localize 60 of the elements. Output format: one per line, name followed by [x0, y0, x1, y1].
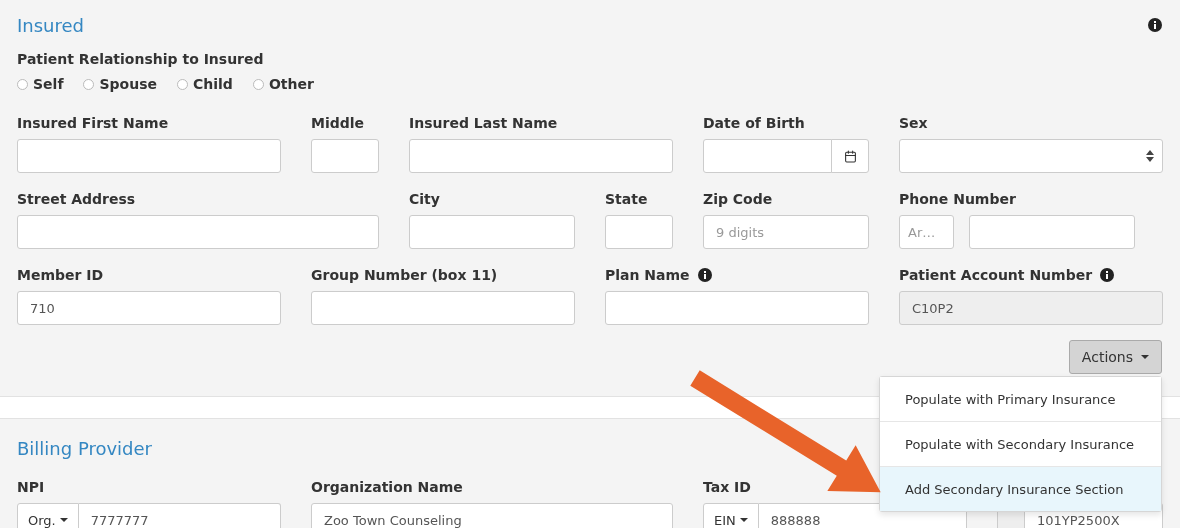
type-dropdown[interactable]: EIN	[703, 503, 759, 528]
field-label: Group Number (box 11)	[311, 267, 498, 283]
radio-option[interactable]: Spouse	[83, 76, 157, 92]
field-label: Member ID	[17, 267, 104, 283]
field-label: Tax ID	[703, 479, 751, 495]
menu-item[interactable]: Populate with Primary Insurance	[880, 377, 1161, 421]
field-label: Middle	[311, 115, 365, 131]
field-label: Patient Account Number	[899, 267, 1093, 283]
text-field[interactable]: 9 digits	[703, 215, 869, 249]
menu-item[interactable]: Populate with Secondary Insurance	[880, 421, 1161, 466]
text-field[interactable]	[17, 139, 281, 173]
field-label: Patient Relationship to Insured	[17, 51, 264, 67]
radio-circle[interactable]	[83, 78, 95, 90]
field-label: Organization Name	[311, 479, 463, 495]
field-label: Insured First Name	[17, 115, 169, 131]
text-field[interactable]	[605, 291, 869, 325]
field-label: Zip Code	[703, 191, 773, 207]
sort-arrows-icon	[1146, 150, 1154, 162]
text-field[interactable]	[605, 215, 673, 249]
menu-item[interactable]: Add Secondary Insurance Section	[880, 466, 1161, 511]
select-field[interactable]	[899, 139, 1163, 173]
caret-icon	[739, 518, 748, 522]
radio-option[interactable]: Child	[177, 76, 233, 92]
field-label: State	[605, 191, 648, 207]
text-field[interactable]: 7777777	[78, 503, 281, 528]
caret-icon	[59, 518, 68, 522]
text-field[interactable]	[409, 139, 673, 173]
text-field[interactable]	[311, 291, 575, 325]
info-icon[interactable]	[1100, 268, 1115, 282]
calendar-button[interactable]	[831, 139, 869, 173]
text-field[interactable]	[311, 139, 379, 173]
field-label: Sex	[899, 115, 928, 131]
radio-circle[interactable]	[177, 78, 188, 90]
caret-icon	[1141, 355, 1149, 359]
phone-field[interactable]	[969, 215, 1135, 249]
text-field[interactable]: Zoo Town Counseling	[311, 503, 673, 528]
text-field[interactable]	[409, 215, 575, 249]
radio-circle[interactable]	[252, 78, 264, 90]
field-label: City	[409, 191, 440, 207]
calendar-icon	[843, 149, 857, 163]
field-label: Date of Birth	[703, 115, 805, 131]
actions-button[interactable]: Actions	[1068, 340, 1162, 374]
field-label: NPI	[17, 479, 45, 495]
section-title: Insured	[17, 14, 84, 36]
radio-option[interactable]: Self	[17, 76, 64, 92]
field-label: Street Address	[17, 191, 136, 207]
date-field[interactable]	[703, 139, 832, 173]
field-label: Insured Last Name	[409, 115, 558, 131]
text-field[interactable]: 710	[17, 291, 281, 325]
type-dropdown[interactable]: Org.	[17, 503, 79, 528]
field-label: Phone Number	[899, 191, 1016, 207]
info-icon[interactable]	[1148, 18, 1162, 32]
info-icon[interactable]	[697, 268, 712, 282]
field-label: Plan Name	[605, 267, 690, 283]
text-field[interactable]: C10P2	[899, 291, 1163, 325]
section-title: Billing Provider	[17, 437, 153, 459]
area-code-field[interactable]: Ar…	[899, 215, 954, 249]
radio-option[interactable]: Other	[252, 76, 314, 92]
text-field[interactable]	[17, 215, 379, 249]
radio-circle[interactable]	[17, 78, 28, 90]
